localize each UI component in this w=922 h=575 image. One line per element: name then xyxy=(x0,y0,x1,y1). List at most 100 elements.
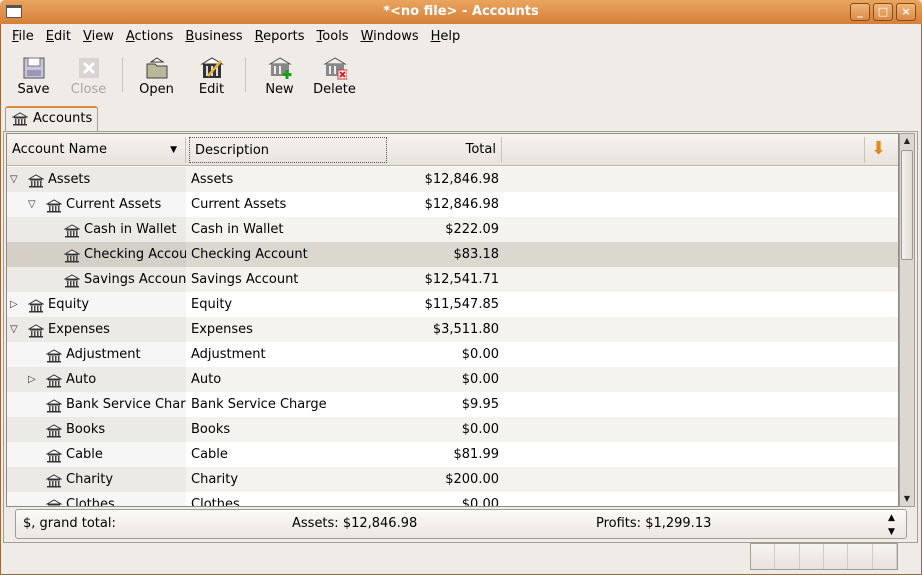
title-bar[interactable]: *<no file> - Accounts _ □ × xyxy=(0,0,922,24)
column-label: Account Name xyxy=(12,142,107,157)
scroll-down-icon[interactable]: ▼ xyxy=(900,492,914,506)
tab-label: Accounts xyxy=(33,111,93,126)
table-row[interactable]: Charity Charity $200.00 xyxy=(7,467,898,492)
table-row[interactable]: Checking Account Checking Account $83.18 xyxy=(7,242,898,267)
button-label: Save xyxy=(17,82,50,97)
menu-file[interactable]: File xyxy=(6,26,40,48)
scroll-up-icon[interactable]: ▲ xyxy=(900,134,914,148)
summary-spin-icon[interactable]: ▲ ▼ xyxy=(888,511,895,539)
account-bank-icon xyxy=(45,372,63,392)
close-window-button[interactable]: × xyxy=(896,3,916,21)
scrollbar-thumb[interactable] xyxy=(901,150,913,260)
column-total[interactable]: Total xyxy=(391,137,502,163)
close-button[interactable]: Close xyxy=(61,52,116,98)
window-menu-icon[interactable] xyxy=(6,5,22,18)
account-bank-icon xyxy=(45,347,63,367)
tab-accounts[interactable]: Accounts xyxy=(5,106,98,132)
account-total: $11,547.85 xyxy=(424,297,499,312)
open-button[interactable]: Open xyxy=(129,52,184,98)
button-label: Edit xyxy=(198,82,225,97)
close-icon xyxy=(77,56,101,80)
delete-button[interactable]: Delete xyxy=(307,52,362,98)
new-button[interactable]: New xyxy=(252,52,307,98)
account-bank-icon xyxy=(27,322,45,342)
expander-open-icon[interactable]: ▽ xyxy=(10,317,18,342)
edit-button[interactable]: Edit xyxy=(184,52,239,98)
save-icon xyxy=(22,56,46,80)
column-account-name[interactable]: Account Name ▼ xyxy=(7,137,186,163)
account-description: Expenses xyxy=(191,322,253,337)
vertical-scrollbar[interactable]: ▲ ▼ xyxy=(899,133,915,507)
menu-edit[interactable]: Edit xyxy=(40,26,77,48)
button-label: Open xyxy=(139,82,174,97)
summary-profits: Profits: $1,299.13 xyxy=(596,516,712,531)
account-description: Books xyxy=(191,422,231,437)
account-total: $12,541.71 xyxy=(424,272,499,287)
table-row[interactable]: ▷ Equity Equity $11,547.85 xyxy=(7,292,898,317)
delete-account-icon xyxy=(322,56,347,80)
column-selector-arrow-icon[interactable]: ⬇ xyxy=(871,140,886,158)
table-row[interactable]: Clothes Clothes $0.00 xyxy=(7,492,898,507)
save-button[interactable]: Save xyxy=(6,52,61,98)
account-bank-icon xyxy=(45,422,63,442)
account-description: Current Assets xyxy=(191,197,287,212)
maximize-button[interactable]: □ xyxy=(873,3,893,21)
table-row[interactable]: Adjustment Adjustment $0.00 xyxy=(7,342,898,367)
column-filler xyxy=(502,137,865,163)
account-name-cell: ▽ Expenses xyxy=(7,317,186,342)
account-bank-icon xyxy=(45,497,63,506)
expander-closed-icon[interactable]: ▷ xyxy=(28,367,36,392)
table-row[interactable]: Bank Service Charge Bank Service Charge $9… xyxy=(7,392,898,417)
account-total: $222.09 xyxy=(445,222,499,237)
account-total: $12,846.98 xyxy=(424,197,499,212)
menu-help[interactable]: Help xyxy=(425,26,467,48)
account-total: $0.00 xyxy=(461,347,499,362)
button-label: Close xyxy=(70,82,107,97)
account-name: Assets xyxy=(48,172,91,187)
menu-bar: File Edit View Actions Business Reports Tools W… xyxy=(6,26,466,48)
minimize-button[interactable]: _ xyxy=(850,3,870,21)
menu-tools[interactable]: Tools xyxy=(311,26,355,48)
column-label: Total xyxy=(465,142,496,157)
account-description: Clothes xyxy=(191,497,240,507)
account-bank-icon xyxy=(63,272,81,292)
account-description: Savings Account xyxy=(191,272,299,287)
account-bank-icon xyxy=(63,222,81,242)
account-name-cell: Cash in Wallet xyxy=(7,217,186,242)
menu-reports[interactable]: Reports xyxy=(249,26,311,48)
column-description[interactable]: Description xyxy=(189,137,387,163)
summary-bar[interactable]: $, grand total: Assets: $12,846.98 Profi… xyxy=(15,509,907,539)
table-row[interactable]: Savings Account Savings Account $12,541.71 xyxy=(7,267,898,292)
account-total: $3,511.80 xyxy=(432,322,499,337)
menu-actions[interactable]: Actions xyxy=(120,26,180,48)
account-name: Adjustment xyxy=(66,347,141,362)
account-name-cell: Clothes xyxy=(7,492,186,506)
table-row[interactable]: ▽ Current Assets Current Assets $12,846.98 xyxy=(7,192,898,217)
table-row[interactable]: ▽ Expenses Expenses $3,511.80 xyxy=(7,317,898,342)
account-name-cell: ▷ Auto xyxy=(7,367,186,392)
account-bank-icon xyxy=(27,172,45,192)
account-name: Checking Account xyxy=(84,247,186,262)
menu-windows[interactable]: Windows xyxy=(355,26,425,48)
menu-business[interactable]: Business xyxy=(179,26,248,48)
table-row[interactable]: Cash in Wallet Cash in Wallet $222.09 xyxy=(7,217,898,242)
summary-assets: Assets: $12,846.98 xyxy=(292,516,418,531)
menu-view[interactable]: View xyxy=(77,26,120,48)
account-name-cell: Checking Account xyxy=(7,242,186,267)
expander-open-icon[interactable]: ▽ xyxy=(28,192,36,217)
account-total: $12,846.98 xyxy=(424,172,499,187)
table-row[interactable]: ▽ Assets Assets $12,846.98 xyxy=(7,167,898,192)
account-name: Charity xyxy=(66,472,114,487)
table-row[interactable]: ▷ Auto Auto $0.00 xyxy=(7,367,898,392)
account-name-cell: Books xyxy=(7,417,186,442)
account-description: Cash in Wallet xyxy=(191,222,284,237)
table-row[interactable]: Books Books $0.00 xyxy=(7,417,898,442)
account-name-cell: ▽ Assets xyxy=(7,167,186,192)
table-row[interactable]: Cable Cable $81.99 xyxy=(7,442,898,467)
account-name-cell: Adjustment xyxy=(7,342,186,367)
window-title: *<no file> - Accounts xyxy=(383,4,539,19)
account-description: Assets xyxy=(191,172,234,187)
account-tree: Account Name ▼ Description Total ⬇ ▽ Asset… xyxy=(6,133,899,507)
expander-closed-icon[interactable]: ▷ xyxy=(10,292,18,317)
expander-open-icon[interactable]: ▽ xyxy=(10,167,18,192)
